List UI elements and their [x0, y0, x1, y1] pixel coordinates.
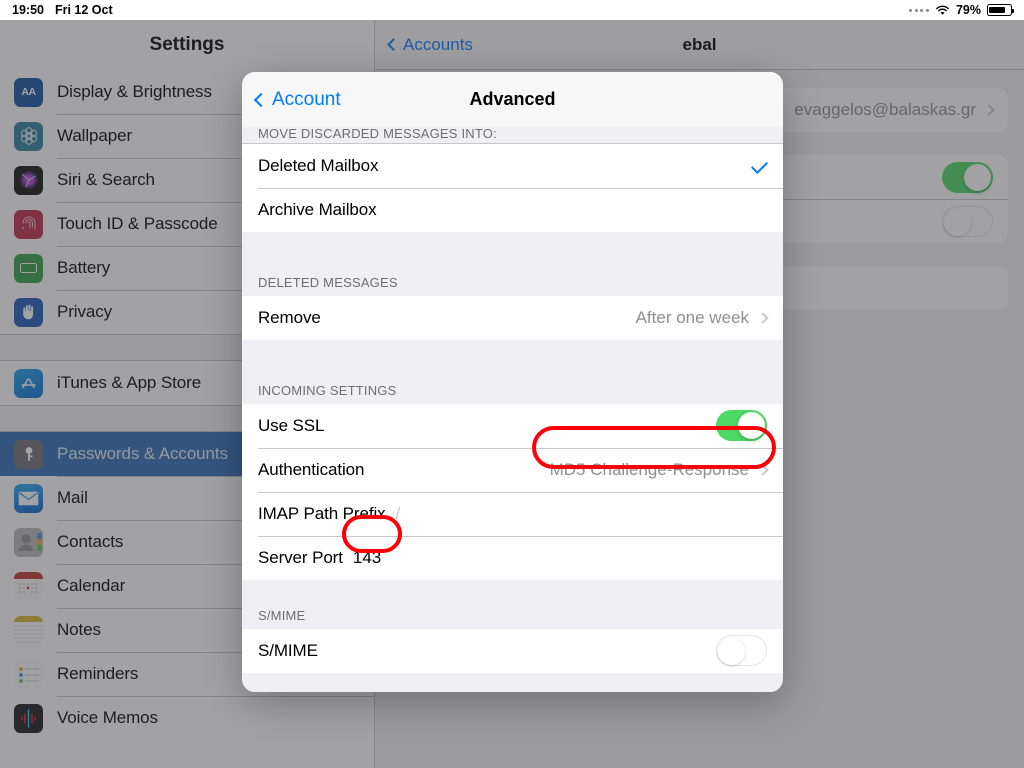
imap-path-prefix-label: IMAP Path Prefix [258, 503, 386, 523]
checkmark-icon [751, 157, 768, 174]
deleted-messages-header: DELETED MESSAGES [258, 274, 398, 290]
status-bar: 19:50 Fri 12 Oct 79% [0, 0, 1024, 20]
authentication-label: Authentication [258, 459, 365, 479]
smime-group: S/MIME [242, 628, 783, 673]
advanced-settings-modal: Account Advanced MOVE DISCARDED MESSAGES… [242, 72, 783, 692]
server-port-label: Server Port [258, 547, 343, 567]
authentication-value: MD5 Challenge-Response [549, 459, 749, 479]
signal-dots-icon [909, 8, 929, 12]
smime-toggle[interactable] [716, 635, 767, 666]
chevron-right-icon [757, 311, 769, 324]
use-ssl-toggle[interactable] [716, 410, 767, 441]
authentication-row[interactable]: Authentication MD5 Challenge-Response [242, 447, 783, 492]
section-gap-1 [242, 232, 783, 275]
archive-mailbox-row[interactable]: Archive Mailbox [242, 187, 783, 232]
imap-path-prefix-row[interactable]: IMAP Path Prefix / [242, 491, 783, 536]
deleted-mailbox-row[interactable]: Deleted Mailbox [242, 143, 783, 188]
remove-value: After one week [635, 307, 749, 327]
remove-label: Remove [258, 307, 321, 327]
ipad-settings-screen: 19:50 Fri 12 Oct 79% Settings AA Display… [0, 0, 1024, 768]
move-discarded-group: Deleted Mailbox Archive Mailbox [242, 143, 783, 232]
deleted-messages-group: Remove After one week [242, 295, 783, 340]
server-port-row[interactable]: Server Port 143 [242, 535, 783, 580]
use-ssl-row[interactable]: Use SSL [242, 403, 783, 448]
status-date: Fri 12 Oct [54, 3, 113, 17]
server-port-input[interactable]: 143 [353, 548, 381, 568]
status-bar-right: 79% [909, 3, 1015, 17]
incoming-settings-header: INCOMING SETTINGS [258, 382, 397, 398]
smime-row[interactable]: S/MIME [242, 628, 783, 673]
smime-label: S/MIME [258, 640, 318, 660]
chevron-right-icon [757, 463, 769, 476]
remove-row[interactable]: Remove After one week [242, 295, 783, 340]
chevron-left-icon [253, 92, 269, 107]
modal-navbar: Account Advanced [242, 72, 783, 127]
archive-mailbox-label: Archive Mailbox [258, 199, 377, 219]
status-bar-left: 19:50 Fri 12 Oct [12, 3, 113, 17]
modal-scroll-body[interactable]: MOVE DISCARDED MESSAGES INTO: Deleted Ma… [242, 127, 783, 692]
modal-footer-space [242, 673, 783, 693]
battery-icon [987, 4, 1015, 16]
use-ssl-label: Use SSL [258, 415, 325, 435]
account-back-button[interactable]: Account [242, 89, 341, 111]
move-discarded-header: MOVE DISCARDED MESSAGES INTO: [258, 127, 497, 141]
imap-path-prefix-input[interactable]: / [396, 504, 401, 524]
section-gap-2 [242, 340, 783, 383]
incoming-settings-group: Use SSL Authentication MD5 Challenge-Res… [242, 403, 783, 580]
wifi-icon [936, 5, 949, 15]
section-gap-3 [242, 580, 783, 608]
battery-percent-label: 79% [955, 3, 981, 17]
deleted-mailbox-label: Deleted Mailbox [258, 155, 379, 175]
status-time: 19:50 [12, 3, 44, 17]
smime-header: S/MIME [258, 607, 306, 623]
modal-back-label: Account [272, 88, 341, 110]
